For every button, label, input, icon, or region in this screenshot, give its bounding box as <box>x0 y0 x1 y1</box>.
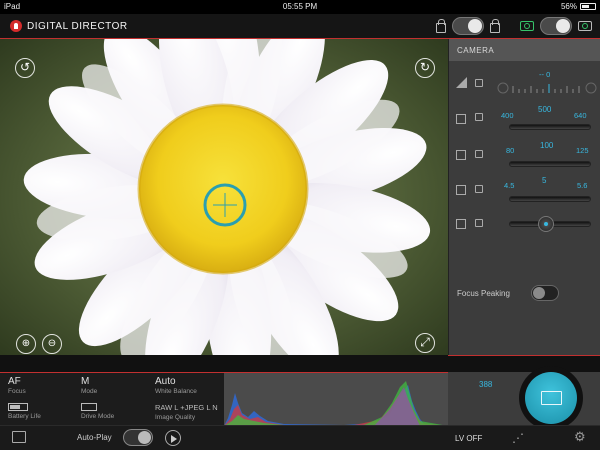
battery-percent: 56% <box>560 2 577 11</box>
white-balance-value: Auto <box>155 376 176 387</box>
rotate-right-icon[interactable]: ↻ <box>415 58 435 78</box>
ios-status-bar: iPad 05:55 PM 56% <box>0 0 600 14</box>
aperture-value: 5 <box>542 176 547 185</box>
mode-value: M <box>81 376 90 387</box>
brand-logo-icon <box>10 20 22 32</box>
white-balance-label: White Balance <box>155 388 197 395</box>
lock-toggle[interactable] <box>452 17 484 35</box>
aperture-row[interactable]: 4.5 5 5.6 <box>449 173 600 207</box>
aperture-lock-icon[interactable] <box>475 185 483 193</box>
header-controls <box>436 17 592 35</box>
zoom-controls: ⊕ ⊖ <box>16 334 62 354</box>
shutter-speed-icon <box>456 114 466 124</box>
exposure-comp-value: -- 0 <box>539 70 551 79</box>
shutter-slider[interactable] <box>509 124 591 130</box>
camera-mode-icon[interactable] <box>520 21 534 31</box>
fullscreen-icon[interactable]: ⤢ <box>415 333 435 353</box>
drive-label: Drive Mode <box>81 413 115 420</box>
quality-value: RAW L +JPEG L N <box>155 403 218 412</box>
zoom-in-icon[interactable]: ⊕ <box>16 334 36 354</box>
camera-info-bar: AF Focus M Mode Auto White Balance Batte… <box>0 372 224 425</box>
focus-peaking-label: Focus Peaking <box>457 289 510 298</box>
shutter-high: 640 <box>574 111 587 120</box>
camera-battery-icon <box>8 403 28 411</box>
video-mode-icon[interactable] <box>578 21 592 31</box>
mode-info[interactable]: M Mode <box>81 376 97 395</box>
histogram-graph <box>224 381 448 426</box>
autoplay-label: Auto-Play <box>77 433 112 442</box>
aperture-low: 4.5 <box>504 181 515 190</box>
live-view-off-button[interactable]: LV OFF <box>455 434 482 443</box>
battery-status: 56% <box>561 2 596 11</box>
lock-icon <box>490 18 500 33</box>
brand: DIGITAL DIRECTOR <box>10 20 128 32</box>
flower-image <box>0 39 448 355</box>
shots-remaining: 388 <box>479 380 493 389</box>
zoom-out-icon[interactable]: ⊖ <box>42 334 62 354</box>
aperture-icon <box>456 185 466 195</box>
rotate-left-icon[interactable]: ↺ <box>15 58 35 78</box>
camera-video-toggle[interactable] <box>540 17 572 35</box>
focus-label: Focus <box>8 388 26 395</box>
clock: 05:55 PM <box>282 2 318 11</box>
app-header: DIGITAL DIRECTOR <box>0 14 600 39</box>
autoplay-toggle[interactable] <box>123 429 153 446</box>
focus-info[interactable]: AF Focus <box>8 376 26 395</box>
iso-icon <box>456 150 466 160</box>
quality-info[interactable]: RAW L +JPEG L N Image Quality <box>155 403 218 421</box>
shutter-lock-icon[interactable] <box>475 113 483 121</box>
histogram <box>224 372 448 426</box>
exposure-comp-row[interactable]: -- 0 <box>449 70 600 105</box>
quality-label: Image Quality <box>155 414 196 421</box>
drive-mode-icon <box>81 403 97 411</box>
manual-focus-icon <box>456 219 466 229</box>
aperture-slider[interactable] <box>509 196 591 202</box>
exposure-scale[interactable] <box>497 81 597 95</box>
iso-low: 80 <box>506 146 515 155</box>
focus-slider-knob[interactable] <box>538 216 554 232</box>
mode-label: Mode <box>81 388 98 395</box>
unlock-icon <box>436 18 446 33</box>
live-view[interactable]: ↺ ↻ ⤢ <box>0 39 448 355</box>
exposure-lock-icon[interactable] <box>475 79 483 87</box>
iso-value: 100 <box>540 141 554 150</box>
shutter-speed-row[interactable]: 400 500 640 <box>449 105 600 139</box>
battery-icon <box>580 3 596 10</box>
aperture-high: 5.6 <box>577 181 588 190</box>
focus-lock-icon[interactable] <box>475 219 483 227</box>
focus-peaking-toggle[interactable] <box>531 285 559 301</box>
battery-info: Battery Life <box>8 403 41 420</box>
camera-panel-title: CAMERA <box>449 39 600 61</box>
play-icon[interactable] <box>165 430 181 446</box>
shutter-button[interactable] <box>525 372 577 424</box>
iso-slider[interactable] <box>509 161 591 167</box>
shutter-low: 400 <box>501 111 514 120</box>
gallery-icon[interactable] <box>12 431 26 443</box>
battery-label: Battery Life <box>8 413 41 420</box>
bottom-toolbar: Auto-Play LV OFF ⋰ ⚙ <box>0 425 600 450</box>
focus-value: AF <box>8 376 21 387</box>
iso-row[interactable]: 80 100 125 <box>449 139 600 173</box>
drive-info[interactable]: Drive Mode <box>81 403 114 420</box>
share-icon[interactable]: ⋰ <box>512 431 524 445</box>
gear-icon[interactable]: ⚙ <box>574 429 586 445</box>
camera-panel: CAMERA -- 0 400 500 640 80 100 125 4.5 5… <box>448 39 600 355</box>
white-balance-info[interactable]: Auto White Balance <box>155 376 197 395</box>
iso-high: 125 <box>576 146 589 155</box>
brand-name: DIGITAL DIRECTOR <box>27 20 128 32</box>
exposure-comp-icon <box>456 77 467 88</box>
focus-row[interactable] <box>449 207 600 241</box>
iso-lock-icon[interactable] <box>475 150 483 158</box>
panel-divider <box>448 355 600 356</box>
shutter-value: 500 <box>538 105 552 114</box>
